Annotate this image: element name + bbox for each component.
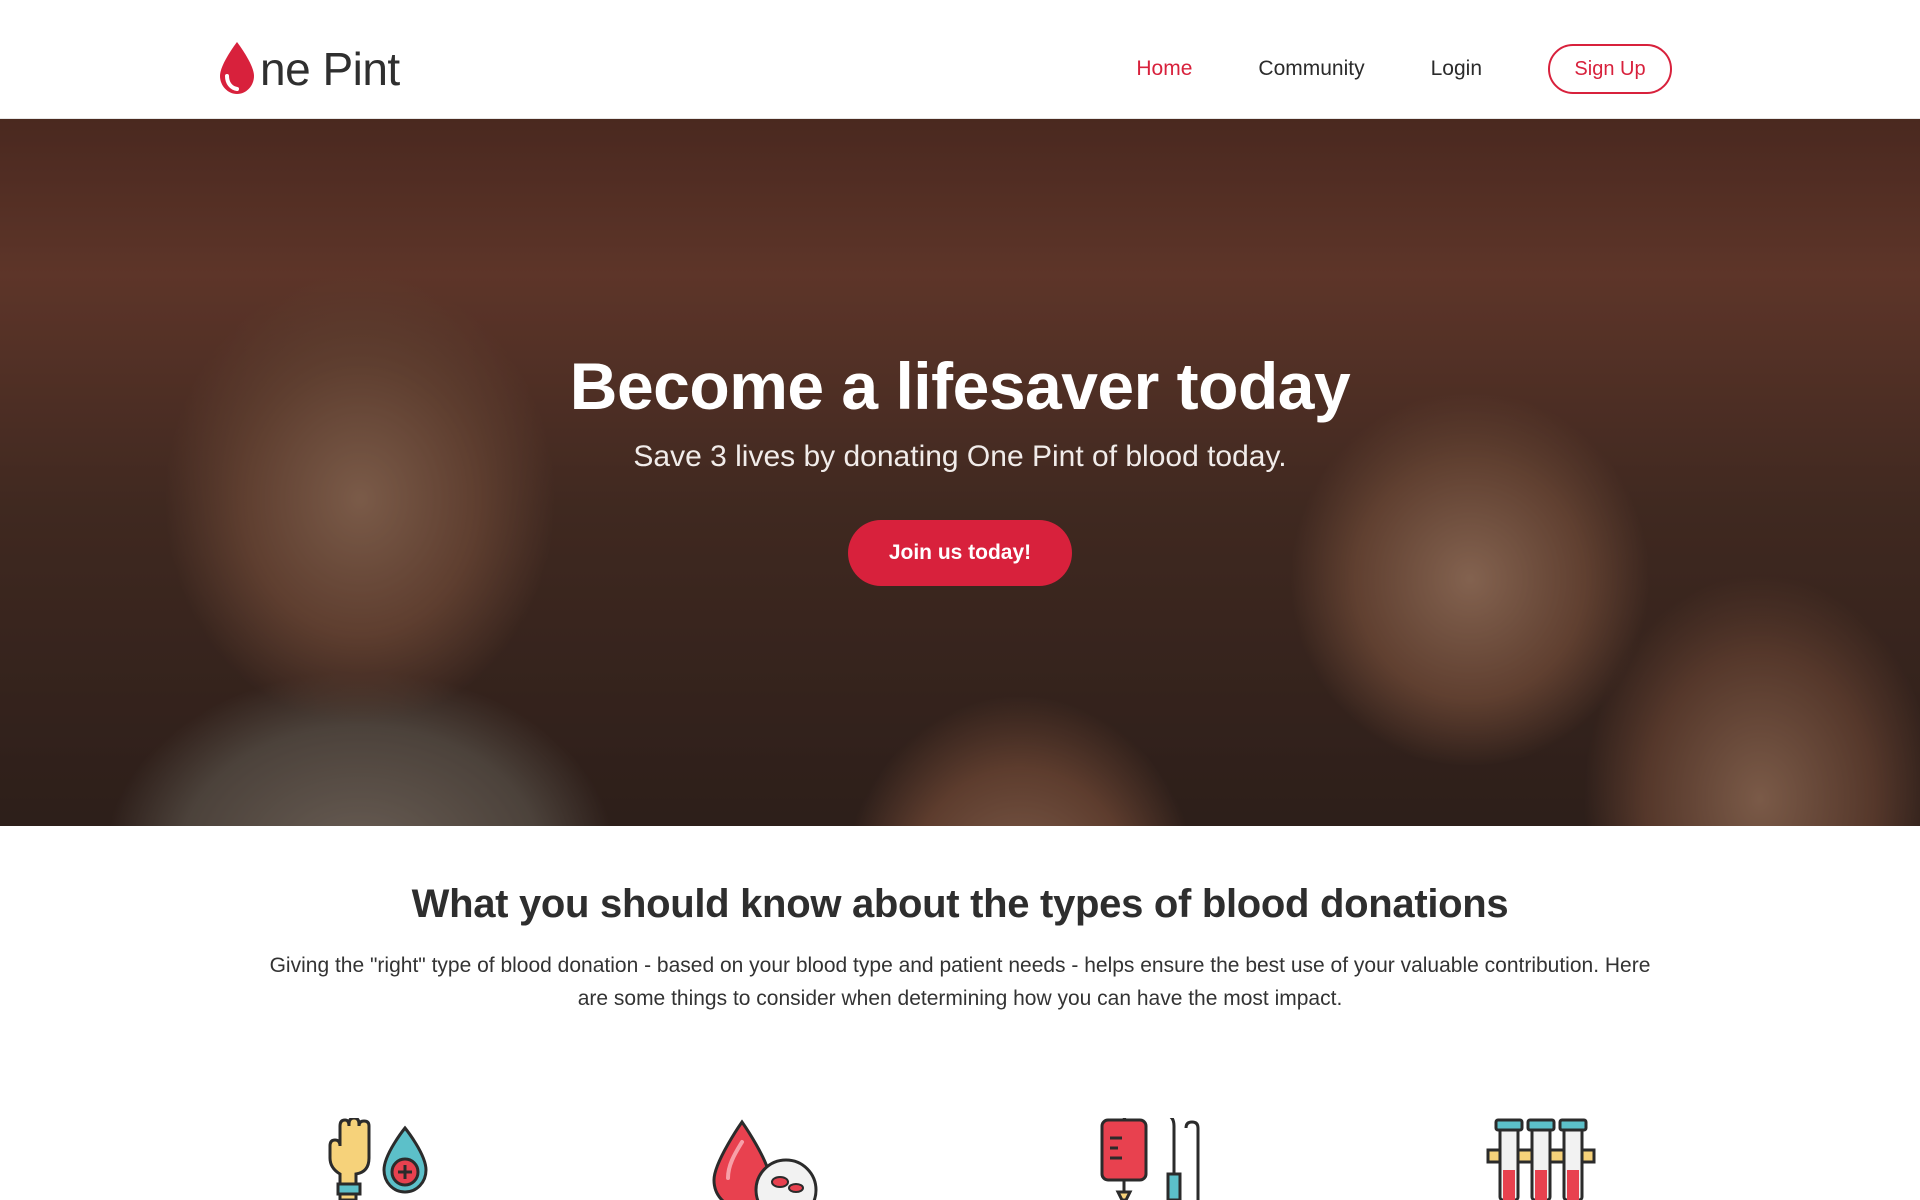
hero-subtitle: Save 3 lives by donating One Pint of blo… <box>633 440 1287 474</box>
icon-row <box>0 1118 1920 1200</box>
hero-content: Become a lifesaver today Save 3 lives by… <box>0 347 1920 587</box>
test-tubes-icon <box>1486 1118 1596 1200</box>
blood-drop-logo-icon <box>220 42 254 94</box>
section-title: What you should know about the types of … <box>411 882 1509 926</box>
section-description: Giving the "right" type of blood donatio… <box>269 954 1651 1010</box>
nav-login[interactable]: Login <box>1431 57 1482 81</box>
nav-community[interactable]: Community <box>1258 57 1364 81</box>
join-button[interactable]: Join us today! <box>848 520 1072 587</box>
logo-text: ne Pint <box>260 43 400 95</box>
hero-banner: Become a lifesaver today Save 3 lives by… <box>0 119 1920 826</box>
main-nav: Home Community Login Sign Up <box>1136 44 1672 94</box>
hand-blood-drop-icon <box>328 1118 428 1200</box>
blood-donation-info: What you should know about the types of … <box>0 826 1920 1015</box>
iv-bag-icon <box>1100 1118 1200 1200</box>
site-header: ne Pint Home Community Login Sign Up <box>0 0 1920 119</box>
signup-button[interactable]: Sign Up <box>1548 44 1672 94</box>
blood-drop-cells-icon <box>712 1119 818 1200</box>
nav-home[interactable]: Home <box>1136 57 1192 81</box>
hero-title: Become a lifesaver today <box>569 349 1351 423</box>
logo[interactable]: ne Pint <box>216 36 400 96</box>
